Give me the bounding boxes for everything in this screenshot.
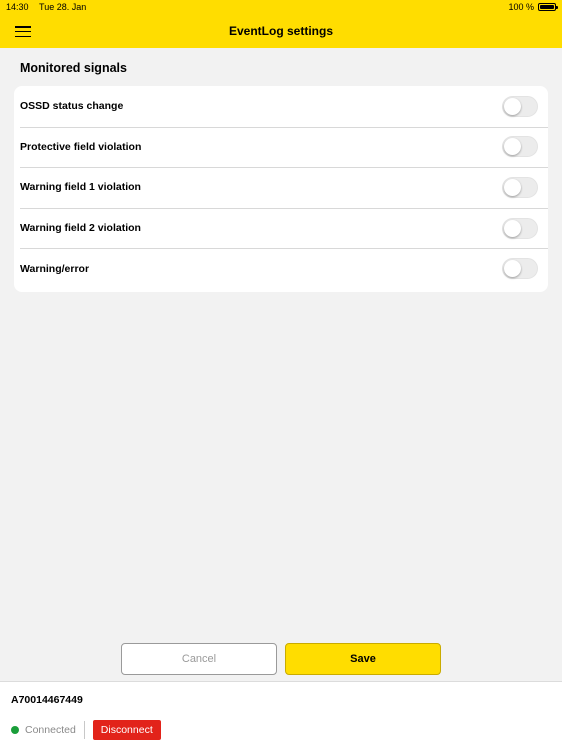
signal-label: Protective field violation — [20, 140, 142, 153]
section-title: Monitored signals — [20, 61, 127, 75]
connection-status-text: Connected — [25, 724, 76, 736]
signal-row-warning-field-2-violation: Warning field 2 violation — [14, 207, 548, 249]
connection-status-dot-icon — [11, 726, 19, 734]
status-bar-left: 14:30 Tue 28. Jan — [6, 2, 86, 12]
top-bar: 14:30 Tue 28. Jan 100 % EventLog setting… — [0, 0, 562, 48]
toggle-knob — [504, 260, 521, 278]
warning-error-toggle[interactable] — [502, 258, 538, 280]
ossd-status-change-toggle[interactable] — [502, 95, 538, 117]
disconnect-button[interactable]: Disconnect — [92, 720, 161, 740]
warning-field-1-violation-toggle[interactable] — [502, 176, 538, 198]
save-button[interactable]: Save — [285, 643, 441, 675]
connection-row: Connected Disconnect — [11, 720, 161, 740]
protective-field-violation-toggle[interactable] — [502, 136, 538, 158]
toggle-knob — [504, 138, 521, 156]
battery-fill — [540, 5, 554, 9]
battery-icon — [538, 3, 558, 11]
status-time: 14:30 — [6, 2, 29, 12]
signal-label: OSSD status change — [20, 100, 124, 113]
toggle-knob — [504, 97, 521, 115]
connection-footer: A70014467449 Connected Disconnect — [0, 681, 562, 750]
signal-row-protective-field-violation: Protective field violation — [14, 126, 548, 168]
signal-row-warning-error: Warning/error — [14, 248, 548, 289]
app-root: 14:30 Tue 28. Jan 100 % EventLog setting… — [0, 0, 562, 750]
signal-label: Warning field 2 violation — [20, 222, 141, 235]
divider — [83, 721, 85, 739]
signals-list: OSSD status change Protective field viol… — [14, 86, 548, 292]
toggle-knob — [504, 178, 521, 196]
page-title: EventLog settings — [228, 24, 333, 38]
status-bar-right: 100 % — [508, 2, 558, 12]
toggle-knob — [504, 219, 521, 237]
signal-label: Warning field 1 violation — [20, 181, 141, 194]
battery-percent: 100 % — [508, 2, 534, 12]
status-date: Tue 28. Jan — [39, 2, 87, 12]
warning-field-2-violation-toggle[interactable] — [502, 217, 538, 239]
cancel-button[interactable]: Cancel — [121, 643, 277, 675]
signal-row-warning-field-1-violation: Warning field 1 violation — [14, 167, 548, 208]
signal-row-ossd-status-change: OSSD status change — [14, 86, 548, 127]
signal-label: Warning/error — [20, 262, 90, 275]
device-id: A70014467449 — [11, 694, 83, 706]
